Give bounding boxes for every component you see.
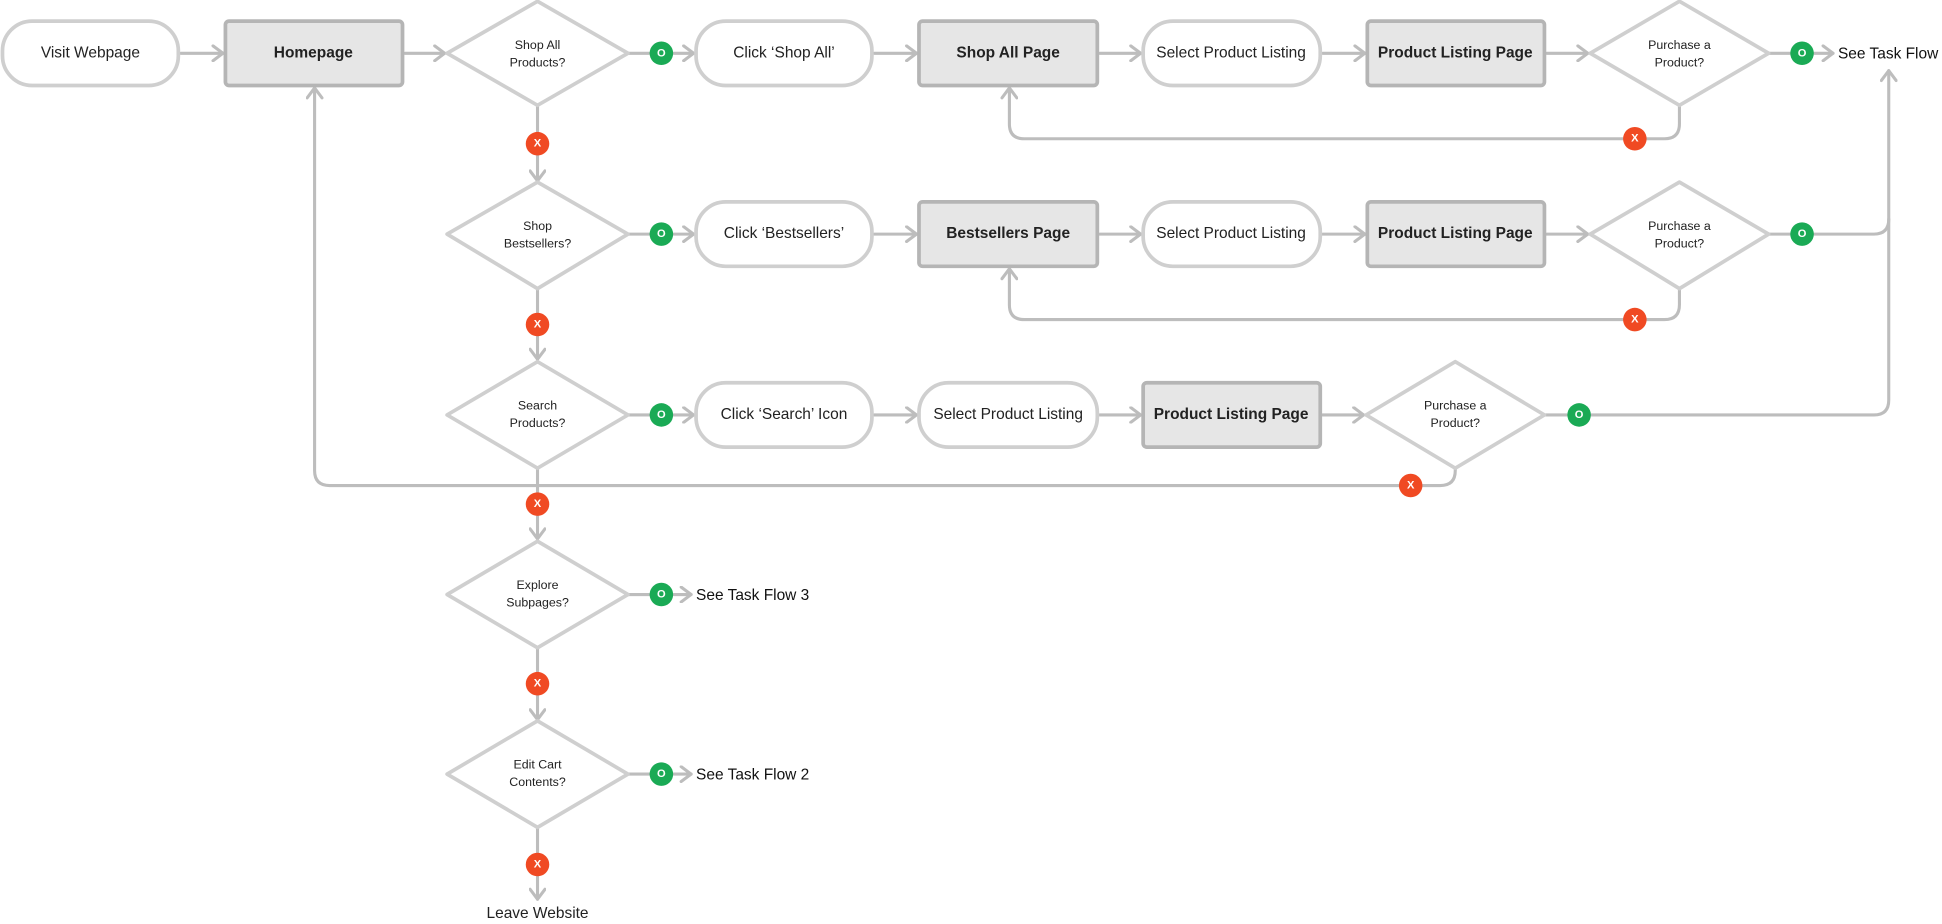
label: X [534, 498, 542, 510]
label: O [1798, 228, 1807, 240]
label: Search [518, 399, 557, 413]
node-click-shop-all: Click ‘Shop All’ [694, 19, 874, 88]
yes-badge: O [1790, 41, 1814, 66]
label: Products? [510, 416, 566, 430]
label: Select Product Listing [1156, 225, 1306, 242]
no-badge: X [525, 131, 550, 156]
node-select-product-listing: Select Product Listing [917, 380, 1100, 449]
label: X [1631, 133, 1639, 145]
label: Select Product Listing [933, 406, 1083, 423]
label: Bestsellers? [504, 236, 572, 250]
label: Product? [1655, 236, 1705, 250]
label: Bestsellers Page [946, 225, 1070, 242]
label: Explore [517, 578, 559, 592]
no-badge: X [1398, 473, 1423, 498]
yes-badge: O [649, 762, 674, 786]
yes-badge: O [1567, 403, 1591, 427]
decision-purchase: Purchase a Product? [1588, 0, 1771, 108]
yes-badge: O [649, 582, 674, 607]
no-badge: X [525, 492, 550, 516]
label: X [534, 859, 542, 871]
decision-explore-subpages: Explore Subpages? [445, 539, 630, 650]
label: Select Product Listing [1156, 44, 1306, 61]
label: Purchase a [1648, 38, 1711, 52]
label: X [1407, 480, 1415, 492]
no-badge: X [525, 671, 550, 696]
node-select-product-listing: Select Product Listing [1141, 19, 1323, 88]
decision-edit-cart: Edit Cart Contents? [445, 718, 630, 830]
no-badge: X [525, 312, 550, 337]
result-task-flow-3: See Task Flow 3 [696, 587, 809, 604]
label: Shop All Page [956, 44, 1060, 61]
node-shop-all-page: Shop All Page [917, 19, 1100, 88]
yes-badge: O [649, 403, 674, 427]
label: Product? [1655, 55, 1705, 69]
node-click-bestsellers: Click ‘Bestsellers’ [694, 200, 874, 269]
node-product-listing-page: Product Listing Page [1141, 380, 1323, 449]
no-badge: X [1623, 126, 1647, 151]
label: Edit Cart [513, 758, 562, 772]
label: Purchase a [1648, 219, 1711, 233]
label: Click ‘Bestsellers’ [724, 225, 844, 242]
label: Shop All [515, 38, 560, 52]
decision-search-products: Search Products? [445, 359, 630, 471]
connectors [179, 53, 1889, 901]
label: Product Listing Page [1378, 44, 1533, 61]
no-badge: X [1623, 307, 1647, 332]
label: Products? [510, 55, 566, 69]
label: Shop [523, 219, 552, 233]
task-flow-diagram: Visit Webpage Homepage Shop All Products?… [0, 0, 1942, 922]
label: O [657, 589, 666, 601]
decision-purchase: Purchase a Product? [1588, 180, 1771, 291]
label: Click ‘Search’ Icon [721, 406, 848, 423]
yes-badge: O [1790, 222, 1814, 246]
label: Homepage [274, 44, 353, 61]
node-bestsellers-page: Bestsellers Page [917, 200, 1100, 269]
label: X [534, 319, 542, 331]
label: O [1798, 47, 1807, 59]
label: Subpages? [506, 595, 569, 609]
label: Contents? [509, 775, 566, 789]
result-task-flow-1: See Task Flow 1 [1838, 46, 1942, 63]
label: O [657, 768, 666, 780]
yes-badge: O [649, 222, 674, 246]
end-leave-website: Leave Website [486, 905, 588, 922]
node-homepage: Homepage [223, 19, 405, 88]
node-visit-webpage: Visit Webpage [0, 19, 181, 88]
no-badge: X [525, 852, 550, 877]
label: Product? [1430, 416, 1480, 430]
label: O [657, 228, 666, 240]
node-product-listing-page: Product Listing Page [1365, 19, 1547, 88]
label: X [534, 138, 542, 150]
label: Product Listing Page [1378, 225, 1533, 242]
decision-shop-all: Shop All Products? [445, 0, 630, 108]
label: Visit Webpage [41, 44, 140, 61]
result-task-flow-2: See Task Flow 2 [696, 766, 809, 783]
label: Purchase a [1424, 399, 1487, 413]
label: Click ‘Shop All’ [733, 44, 834, 61]
yes-badge: O [649, 41, 674, 66]
node-select-product-listing: Select Product Listing [1141, 200, 1323, 269]
decision-purchase: Purchase a Product? [1364, 359, 1547, 471]
label: O [1575, 409, 1584, 421]
label: O [657, 409, 666, 421]
label: Product Listing Page [1154, 406, 1309, 423]
decision-shop-bestsellers: Shop Bestsellers? [445, 180, 630, 291]
label: X [1631, 314, 1639, 326]
label: O [657, 47, 666, 59]
node-click-search-icon: Click ‘Search’ Icon [694, 380, 874, 449]
node-product-listing-page: Product Listing Page [1365, 200, 1547, 269]
label: X [534, 678, 542, 690]
